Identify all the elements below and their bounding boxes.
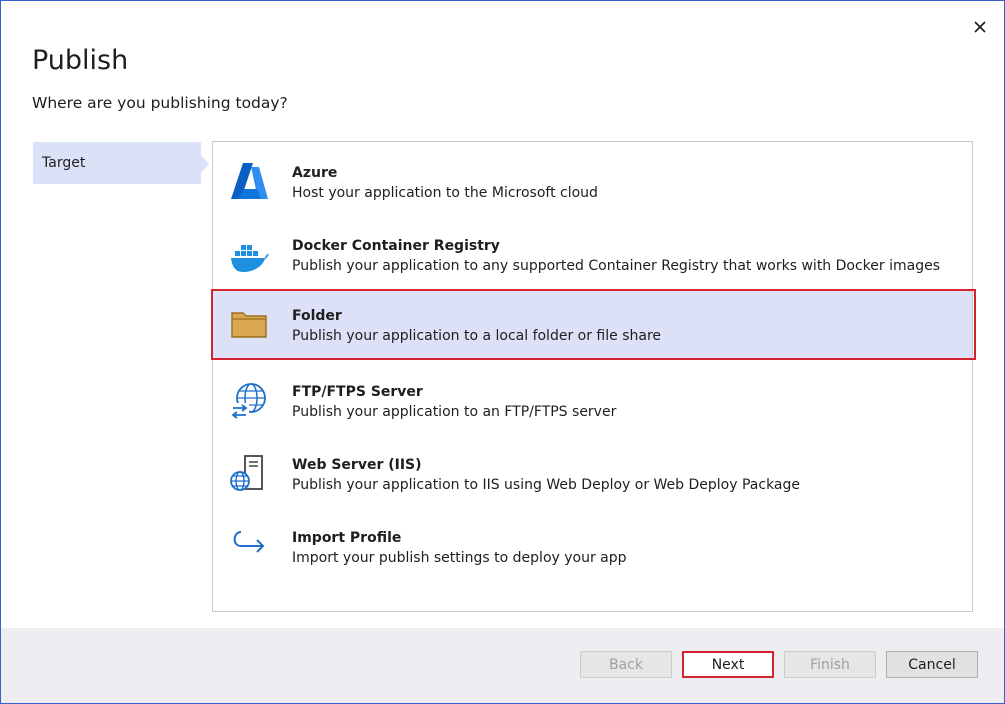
import-arrow-icon	[229, 526, 269, 566]
target-option-azure[interactable]: Azure Host your application to the Micro…	[213, 147, 972, 216]
target-name: Folder	[292, 308, 342, 324]
target-description: Publish your application to IIS using We…	[292, 477, 801, 493]
target-description: Publish your application to a local fold…	[292, 328, 662, 344]
ftp-globe-icon	[229, 380, 269, 420]
step-target[interactable]: Target	[33, 142, 201, 184]
target-list: Azure Host your application to the Micro…	[212, 141, 973, 612]
target-name: Web Server (IIS)	[292, 457, 422, 473]
target-option-iis[interactable]: Web Server (IIS) Publish your applicatio…	[213, 439, 972, 508]
target-option-folder[interactable]: Folder Publish your application to a loc…	[213, 290, 972, 359]
target-option-docker[interactable]: Docker Container Registry Publish your a…	[213, 220, 972, 289]
folder-icon	[229, 304, 269, 344]
next-button[interactable]: Next	[682, 651, 774, 678]
dialog-subtitle: Where are you publishing today?	[32, 94, 288, 112]
close-button[interactable]	[966, 13, 994, 41]
docker-icon	[229, 234, 269, 274]
target-name: FTP/FTPS Server	[292, 384, 423, 400]
target-option-ftp[interactable]: FTP/FTPS Server Publish your application…	[213, 366, 972, 435]
web-server-icon	[229, 453, 269, 493]
dialog-title: Publish	[32, 45, 129, 76]
step-pointer	[201, 155, 209, 173]
target-description: Publish your application to an FTP/FTPS …	[292, 404, 617, 420]
back-button[interactable]: Back	[580, 651, 672, 678]
close-icon	[974, 21, 986, 33]
azure-icon	[229, 161, 269, 201]
publish-dialog: Publish Where are you publishing today? …	[0, 0, 1005, 704]
target-option-import-profile[interactable]: Import Profile Import your publish setti…	[213, 512, 972, 581]
target-description: Host your application to the Microsoft c…	[292, 185, 598, 201]
target-name: Docker Container Registry	[292, 238, 500, 254]
cancel-button[interactable]: Cancel	[886, 651, 978, 678]
target-name: Azure	[292, 165, 338, 181]
step-label: Target	[42, 155, 86, 171]
finish-button[interactable]: Finish	[784, 651, 876, 678]
target-description: Import your publish settings to deploy y…	[292, 550, 627, 566]
target-name: Import Profile	[292, 530, 402, 546]
target-description: Publish your application to any supporte…	[292, 258, 941, 274]
